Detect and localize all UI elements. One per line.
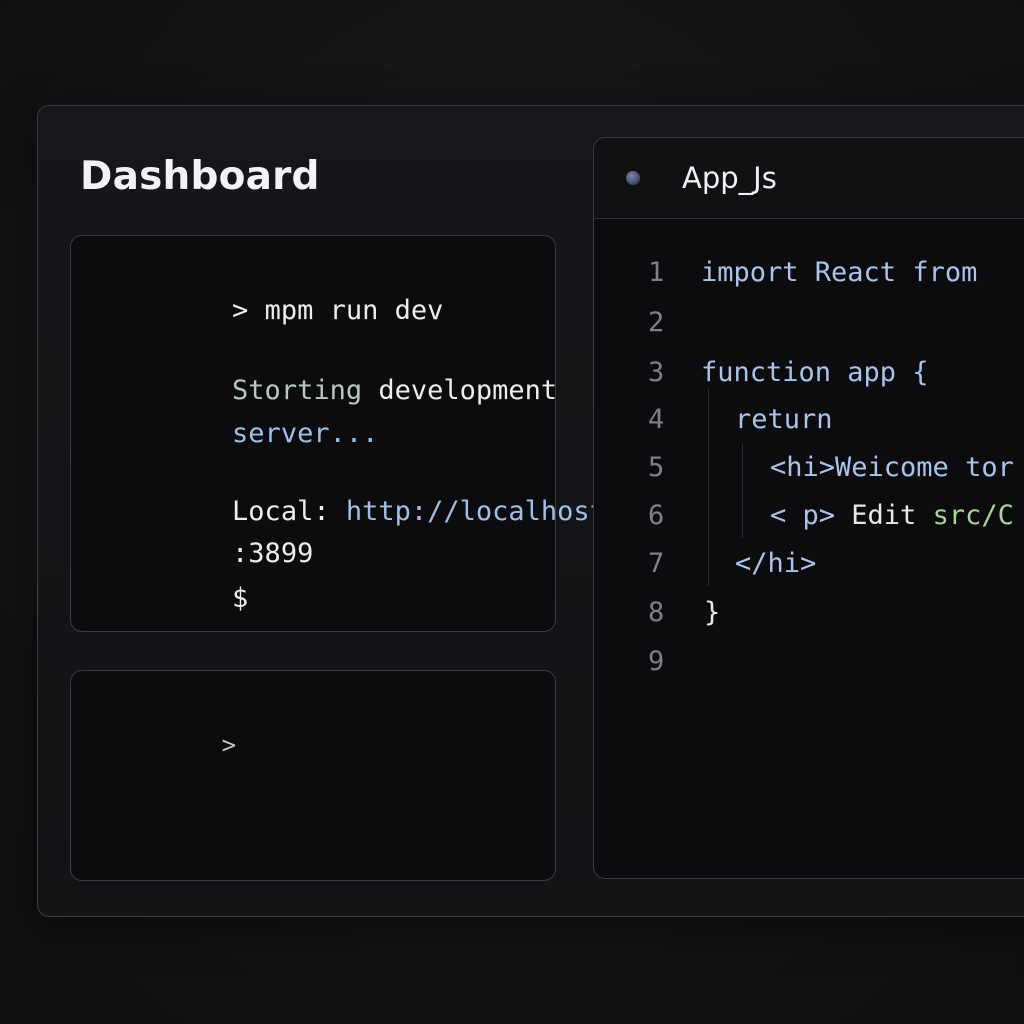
- code-line-6: < p> Edit src/C: [770, 502, 1014, 529]
- input-prompt: >: [221, 731, 237, 759]
- code-line-8: }: [704, 597, 721, 628]
- line-number: 9: [648, 646, 665, 677]
- line-number: 4: [648, 404, 665, 435]
- input-prompt-line: >: [106, 709, 236, 781]
- code-line-4: return: [735, 404, 833, 435]
- status-line-2: server...: [102, 393, 378, 474]
- command-text: mpm run dev: [264, 295, 444, 326]
- code-line-7: </hi>: [735, 548, 817, 579]
- line-number: 6: [648, 500, 665, 531]
- local-url-link[interactable]: http://localhost: [346, 496, 606, 527]
- line-number: 8: [648, 597, 665, 628]
- code-editor-panel[interactable]: App_Js 1 2 3 4 5 6 7 8 9 import React fr…: [593, 137, 1024, 879]
- terminal-output-panel[interactable]: > mpm run dev Storting development serve…: [70, 235, 606, 632]
- line-number: 7: [648, 548, 665, 579]
- command-prompt: >: [232, 295, 249, 326]
- status-dot-icon: [626, 171, 640, 185]
- editor-tab-bar: App_Js: [594, 138, 1024, 219]
- status-rest: development: [378, 375, 558, 406]
- code-line-6-text: Edit: [835, 500, 933, 531]
- dashboard-title: Dashboard: [80, 154, 320, 199]
- indent-guide: [708, 388, 709, 586]
- code-line-6-tag: < p>: [770, 500, 836, 531]
- status-line-2-text: server...: [232, 418, 379, 449]
- line-number: 3: [648, 357, 665, 388]
- shell-prompt-line: $: [102, 558, 248, 639]
- line-number: 5: [648, 452, 665, 483]
- editor-file-tab[interactable]: App_Js: [682, 161, 777, 195]
- line-number: 1: [648, 257, 665, 288]
- code-line-5: <hi>Weicome tor: [770, 452, 1014, 483]
- code-line-3: function app {: [701, 357, 929, 388]
- page: Dashboard > mpm run dev Storting develop…: [0, 0, 1024, 1024]
- terminal-input-panel[interactable]: >: [70, 670, 556, 881]
- code-line-1: import React from: [701, 257, 978, 288]
- line-number: 2: [648, 307, 665, 338]
- indent-guide: [742, 444, 743, 538]
- terminal-command-line: > mpm run dev: [102, 270, 443, 351]
- shell-prompt: $: [232, 583, 249, 614]
- code-line-6-path: src/C: [932, 500, 1014, 531]
- code-area[interactable]: 1 2 3 4 5 6 7 8 9 import React from func…: [594, 218, 1024, 878]
